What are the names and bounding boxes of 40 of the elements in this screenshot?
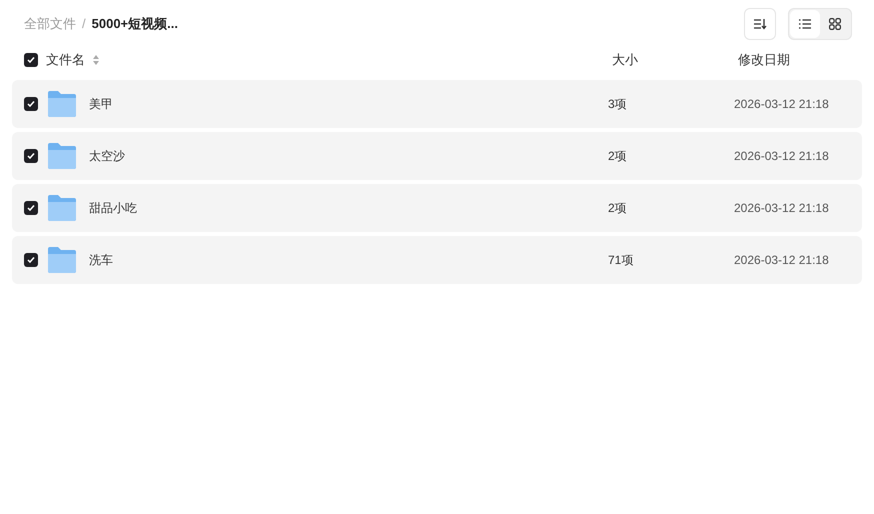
column-header[interactable]: 文件名 bbox=[46, 50, 85, 70]
checkmark-icon bbox=[27, 56, 35, 64]
checkbox[interactable] bbox=[24, 149, 38, 163]
checkmark-icon bbox=[27, 100, 35, 108]
grid-icon bbox=[829, 18, 841, 30]
checkbox[interactable] bbox=[24, 201, 38, 215]
item-count: 2项 bbox=[608, 148, 628, 165]
folder-row[interactable]: 甜品小吃 2项 2026-03-12 21:18 bbox=[12, 184, 862, 232]
column-header: 修改日期 bbox=[738, 51, 790, 70]
sort-button[interactable] bbox=[744, 8, 776, 40]
folder-row[interactable]: 太空沙 2项 2026-03-12 21:18 bbox=[12, 132, 862, 180]
checkbox[interactable] bbox=[24, 253, 38, 267]
column-header: 大小 bbox=[612, 51, 639, 70]
folder-icon bbox=[47, 90, 77, 118]
folder-row[interactable]: 洗车 71项 2026-03-12 21:18 bbox=[12, 236, 862, 284]
folder-name: 太空沙 bbox=[89, 148, 125, 165]
sort-icon bbox=[753, 18, 767, 30]
item-count: 2项 bbox=[608, 200, 628, 217]
modified-date: 2026-03-12 21:18 bbox=[734, 252, 829, 269]
modified-date: 2026-03-12 21:18 bbox=[734, 200, 829, 217]
folder-name: 甜品小吃 bbox=[89, 200, 137, 217]
folder-icon bbox=[47, 194, 77, 222]
breadcrumb-item[interactable]: 5000+短视频... bbox=[92, 14, 178, 34]
folder-icon bbox=[47, 142, 77, 170]
folder-name: 洗车 bbox=[89, 252, 113, 269]
folder-icon bbox=[47, 246, 77, 274]
checkbox[interactable] bbox=[24, 97, 38, 111]
modified-date: 2026-03-12 21:18 bbox=[734, 96, 829, 113]
item-count: 71项 bbox=[608, 252, 634, 269]
checkbox[interactable] bbox=[24, 53, 38, 67]
item-count: 3项 bbox=[608, 96, 628, 113]
folder-row[interactable]: 美甲 3项 2026-03-12 21:18 bbox=[12, 80, 862, 128]
list-icon bbox=[799, 19, 811, 29]
modified-date: 2026-03-12 21:18 bbox=[734, 148, 829, 165]
checkmark-icon bbox=[27, 204, 35, 212]
checkmark-icon bbox=[27, 256, 35, 264]
folder-name: 美甲 bbox=[89, 96, 113, 113]
checkmark-icon bbox=[27, 152, 35, 160]
breadcrumb-separator: / bbox=[82, 15, 86, 34]
list-view-button[interactable] bbox=[790, 10, 820, 38]
